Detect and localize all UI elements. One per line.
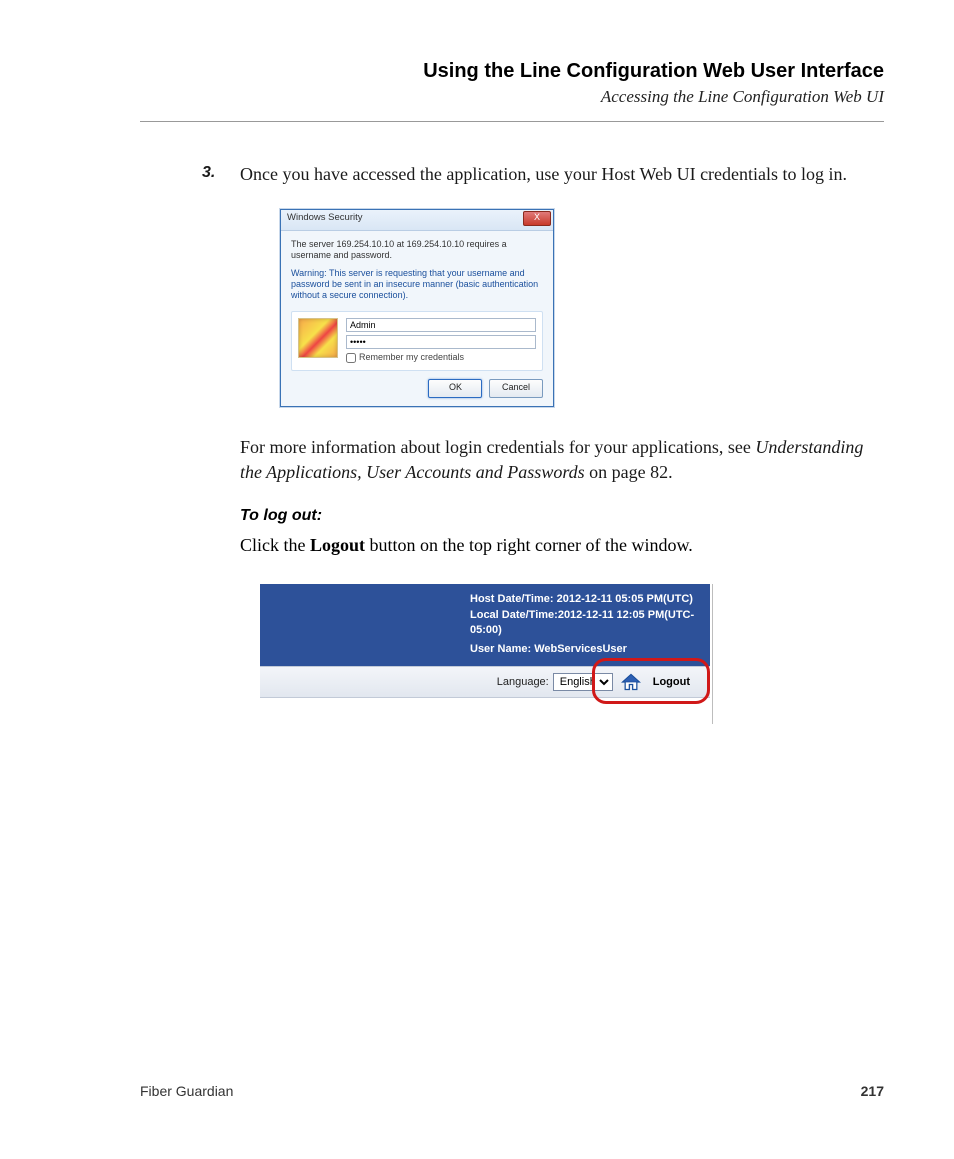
language-label: Language: <box>497 676 549 688</box>
to-log-out-heading: To log out: <box>240 507 884 525</box>
password-field[interactable] <box>346 335 536 349</box>
highlight-circle <box>592 658 710 704</box>
para3-suffix: button on the top right corner of the wi… <box>365 535 693 555</box>
footer-product: Fiber Guardian <box>140 1083 233 1099</box>
header-divider <box>140 121 884 122</box>
footer-page-number: 217 <box>861 1083 884 1099</box>
para2-suffix: on page 82. <box>585 462 673 482</box>
close-icon: X <box>534 212 540 222</box>
step-text: Once you have accessed the application, … <box>240 164 847 184</box>
credentials-box: Remember my credentials <box>291 311 543 370</box>
user-avatar-icon <box>298 318 338 358</box>
windows-security-dialog: Windows Security X The server 169.254.10… <box>280 209 554 407</box>
para3-prefix: Click the <box>240 535 310 555</box>
paragraph-logout: Click the Logout button on the top right… <box>240 533 884 558</box>
dialog-message-1: The server 169.254.10.10 at 169.254.10.1… <box>291 239 543 262</box>
remember-checkbox[interactable] <box>346 353 356 363</box>
webui-info-bar: Host Date/Time: 2012-12-11 05:05 PM(UTC)… <box>260 584 710 666</box>
webui-header-screenshot: Host Date/Time: 2012-12-11 05:05 PM(UTC)… <box>260 584 710 698</box>
vertical-rule <box>712 584 713 724</box>
page-header-subtitle: Accessing the Line Configuration Web UI <box>140 87 884 107</box>
page-header-title: Using the Line Configuration Web User In… <box>140 60 884 83</box>
user-name-label: User Name: WebServicesUser <box>470 642 698 657</box>
remember-label: Remember my credentials <box>359 352 464 363</box>
paragraph-more-info: For more information about login credent… <box>240 435 884 485</box>
local-datetime: Local Date/Time:2012-12-11 12:05 PM(UTC-… <box>470 608 698 639</box>
remember-credentials[interactable]: Remember my credentials <box>346 352 536 363</box>
username-field[interactable] <box>346 318 536 332</box>
dialog-warning: Warning: This server is requesting that … <box>291 268 543 302</box>
para2-prefix: For more information about login credent… <box>240 437 755 457</box>
dialog-title: Windows Security <box>287 212 363 223</box>
close-button[interactable]: X <box>523 211 551 226</box>
para3-logout-word: Logout <box>310 535 365 555</box>
dialog-titlebar: Windows Security X <box>281 210 553 231</box>
step-3: 3. Once you have accessed the applicatio… <box>240 162 884 187</box>
cancel-button[interactable]: Cancel <box>489 379 543 398</box>
ok-button[interactable]: OK <box>428 379 482 398</box>
step-number: 3. <box>202 162 215 184</box>
page-footer: Fiber Guardian 217 <box>140 1083 884 1099</box>
host-datetime: Host Date/Time: 2012-12-11 05:05 PM(UTC) <box>470 592 698 607</box>
